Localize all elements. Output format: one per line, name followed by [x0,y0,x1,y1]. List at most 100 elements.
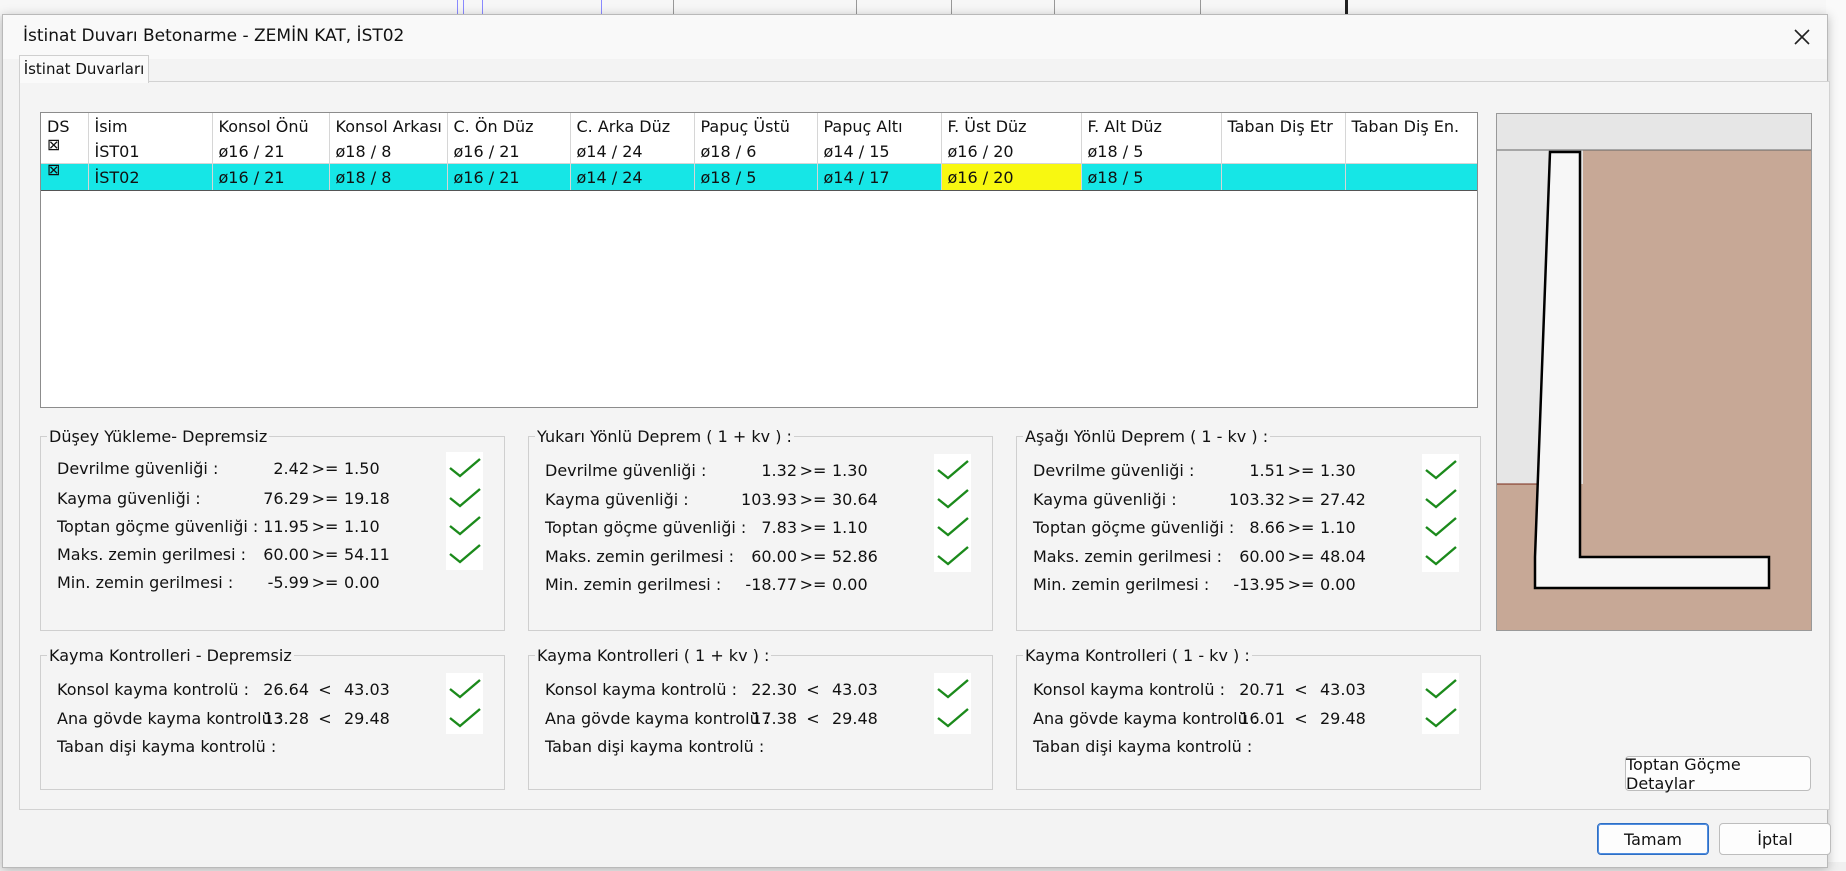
table-row-selected[interactable]: ⊠ İST02 ø16 / 21 ø18 / 8 ø16 / 21 ø14 / … [41,163,1477,191]
table-cell[interactable]: ø16 / 20 [941,139,1082,164]
check-label: Toptan göçme güvenliği : [545,518,747,537]
check-value: 103.93 [741,490,797,509]
check-value: 103.32 [1229,490,1285,509]
check-row: Maks. zemin gerilmesi : 60.00 >= 52.86 [529,540,992,572]
check-operator: < [806,709,820,728]
group-title: Yukarı Yönlü Deprem ( 1 + kv ) : [535,427,794,446]
check-value: -18.77 [745,575,797,594]
check-value: -5.99 [267,573,309,592]
retaining-wall-section-icon [1497,114,1811,590]
check-limit: 1.50 [344,459,380,478]
check-operator: >= [311,489,339,508]
column-header[interactable]: C. Arka Düz [570,113,695,139]
table-cell[interactable] [1345,139,1477,164]
table-cell[interactable]: ø18 / 5 [694,163,818,191]
check-operator: >= [799,518,827,537]
walls-table[interactable]: DS İsim Konsol Önü Konsol Arkası C. Ön D… [40,112,1478,408]
check-limit: 52.86 [832,547,878,566]
background-line [1054,0,1055,14]
check-row: Ana gövde kayma kontrolü :17.38 <29.48 [529,702,992,734]
column-header[interactable]: DS [41,113,89,139]
background-line [463,0,464,14]
check-operator: >= [1287,547,1315,566]
ok-button[interactable]: Tamam [1597,823,1709,855]
background-line [601,0,602,14]
table-cell[interactable]: ø16 / 21 [212,139,330,164]
table-cell-highlighted[interactable]: ø16 / 20 [941,163,1082,191]
column-header[interactable]: Taban Diş Etr [1221,113,1346,139]
column-header[interactable]: C. Ön Düz [447,113,571,139]
column-header[interactable]: İsim [88,113,213,139]
table-cell[interactable] [1221,139,1346,164]
check-row: Toptan göçme güvenliği :11.95 >= 1.10 [41,510,504,542]
check-operator: >= [1287,518,1315,537]
check-value: 11.95 [263,517,309,536]
close-button[interactable] [1785,21,1819,53]
cancel-button[interactable]: İptal [1719,823,1831,855]
table-row[interactable]: ⊠ İST01 ø16 / 21 ø18 / 8 ø16 / 21 ø14 / … [41,139,1477,164]
check-operator: < [318,709,332,728]
table-cell[interactable]: ø18 / 6 [694,139,818,164]
table-cell[interactable]: ø18 / 5 [1081,139,1222,164]
table-cell[interactable]: ø16 / 21 [212,163,330,191]
check-row: Maks. zemin gerilmesi : 60.00 >= 48.04 [1017,540,1480,572]
table-cell[interactable] [1345,163,1477,191]
check-label: Konsol kayma kontrolü : [1033,680,1225,699]
check-limit: 1.10 [344,517,380,536]
check-value: 16.01 [1239,709,1285,728]
check-label: Maks. zemin gerilmesi : [1033,547,1223,566]
group-title: Kayma Kontrolleri ( 1 - kv ) : [1023,646,1252,665]
check-icon [934,702,971,734]
column-header[interactable]: Papuç Altı [817,113,942,139]
tab-istinat-duvarlari[interactable]: İstinat Duvarları [19,55,149,83]
column-header[interactable]: Papuç Üstü [694,113,818,139]
table-cell[interactable]: ø18 / 8 [329,139,448,164]
table-cell[interactable]: ø14 / 24 [570,163,695,191]
check-value: 22.30 [751,680,797,699]
check-value: 13.28 [263,709,309,728]
check-label: Kayma güvenliği : [57,489,201,508]
column-header[interactable]: Konsol Arkası [329,113,448,139]
check-label: Konsol kayma kontrolü : [545,680,737,699]
check-label: Ana gövde kayma kontrolü : [57,709,283,728]
table-cell[interactable]: ø14 / 24 [570,139,695,164]
check-row: Kayma güvenliği : 76.29 >= 19.18 [41,482,504,514]
check-row: Konsol kayma kontrolü : 22.30 <43.03 [529,673,992,705]
check-icon [1422,454,1459,486]
table-cell[interactable] [1221,163,1346,191]
column-header[interactable]: Taban Diş En. [1345,113,1477,139]
check-label: Konsol kayma kontrolü : [57,680,249,699]
column-header[interactable]: Konsol Önü [212,113,330,139]
background-line [1345,0,1348,14]
check-label: Devrilme güvenliği : [57,459,219,478]
table-cell[interactable]: ø14 / 17 [817,163,942,191]
check-label: Taban dişi kayma kontrolü : [1033,737,1253,756]
column-header[interactable]: F. Üst Düz [941,113,1082,139]
check-operator: < [806,680,820,699]
column-header[interactable]: F. Alt Düz [1081,113,1222,139]
group-asagi-yonlu-deprem: Aşağı Yönlü Deprem ( 1 - kv ) : Devrilme… [1016,427,1481,631]
check-value: -13.95 [1233,575,1285,594]
check-icon [934,454,971,486]
ds-checkbox[interactable]: ⊠ [41,163,89,191]
table-cell[interactable]: İST02 [88,163,213,191]
check-operator: >= [311,573,339,592]
table-cell[interactable]: ø16 / 21 [447,163,571,191]
table-cell[interactable]: ø14 / 15 [817,139,942,164]
check-value: 2.42 [273,459,309,478]
check-row: Taban dişi kayma kontrolü : [529,737,992,761]
table-cell[interactable]: ø18 / 5 [1081,163,1222,191]
table-cell[interactable]: ø16 / 21 [447,139,571,164]
check-label: Devrilme güvenliği : [545,461,707,480]
check-row: Min. zemin gerilmesi : -5.99 >= 0.00 [41,573,504,597]
check-row: Devrilme güvenliği : 2.42 >= 1.50 [41,452,504,484]
ds-checkbox[interactable]: ⊠ [41,139,89,164]
table-cell[interactable]: İST01 [88,139,213,164]
background-line [673,0,674,14]
check-row: Taban dişi kayma kontrolü : [41,737,504,761]
toptan-gocme-detaylar-button[interactable]: Toptan Göçme Detaylar [1625,755,1811,793]
table-cell[interactable]: ø18 / 8 [329,163,448,191]
check-operator: >= [1287,490,1315,509]
check-limit: 1.30 [1320,461,1356,480]
check-limit: 1.30 [832,461,868,480]
